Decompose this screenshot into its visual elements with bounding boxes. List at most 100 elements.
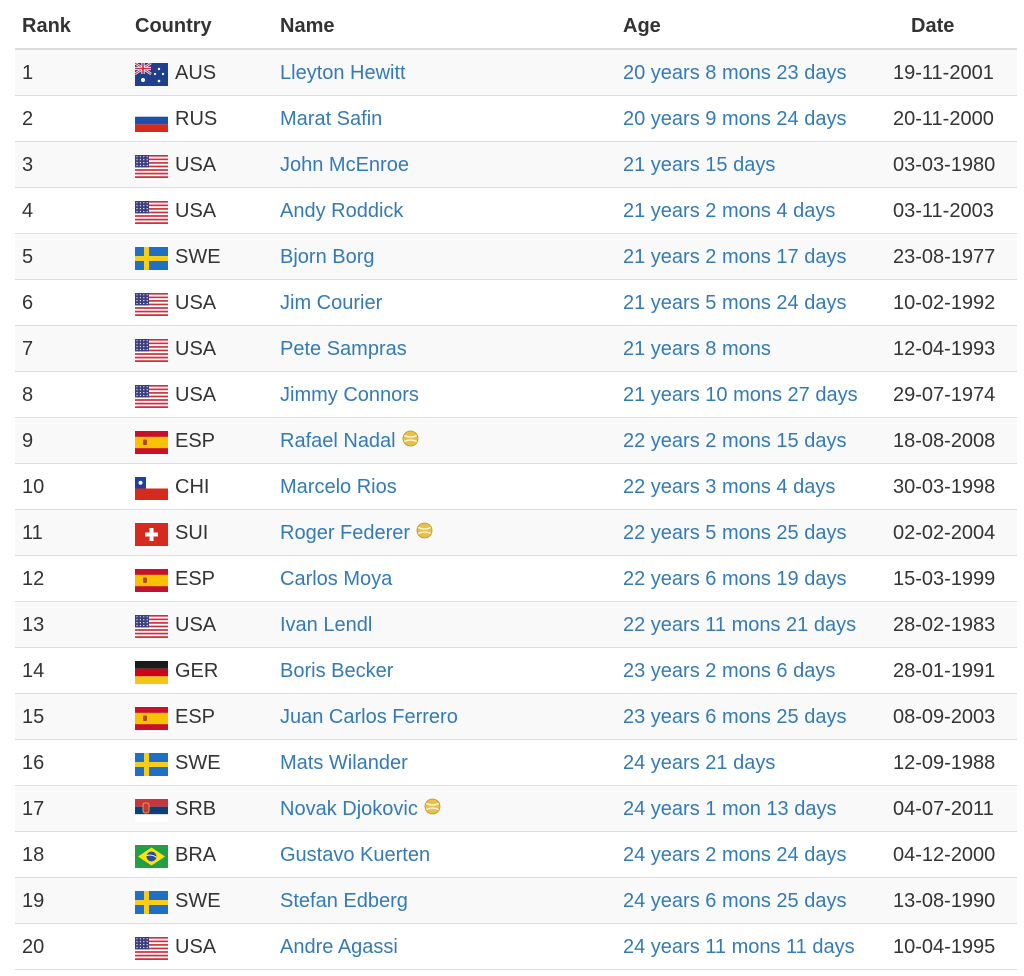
- age-link[interactable]: 22 years 3 mons 4 days: [623, 476, 835, 498]
- table-row: 20 USA Andre Agassi 24 years 11 mons 11 day…: [15, 924, 1017, 970]
- player-name: Pete Sampras: [280, 338, 407, 360]
- player-name: Andre Agassi: [280, 936, 398, 958]
- player-name-link[interactable]: Juan Carlos Ferrero: [280, 706, 458, 728]
- age-link[interactable]: 23 years 6 mons 25 days: [623, 706, 846, 728]
- age-link[interactable]: 22 years 2 mons 15 days: [623, 430, 846, 452]
- country-code: USA: [175, 200, 217, 222]
- player-name: Ivan Lendl: [280, 614, 373, 636]
- aus-flag-icon: [135, 63, 168, 86]
- player-name-link[interactable]: Marat Safin: [280, 108, 382, 130]
- player-name-link[interactable]: Marcelo Rios: [280, 476, 397, 498]
- age-link[interactable]: 21 years 15 days: [623, 154, 775, 176]
- header-date[interactable]: Date: [911, 15, 954, 38]
- table-row: 18 BRA Gustavo Kuerten 24 years 2 mons 24 d…: [15, 832, 1017, 878]
- ger-flag-icon: [135, 661, 168, 684]
- age-link[interactable]: 24 years 21 days: [623, 752, 775, 774]
- player-name: John McEnroe: [280, 154, 409, 176]
- player-name: Lleyton Hewitt: [280, 62, 406, 84]
- date-cell: 13-08-1990: [893, 890, 996, 912]
- age-link[interactable]: 23 years 2 mons 6 days: [623, 660, 835, 682]
- header-rank[interactable]: Rank: [22, 15, 71, 38]
- age-link[interactable]: 20 years 8 mons 23 days: [623, 62, 846, 84]
- table-row: 6 USA Jim Courier 21 years 5 mons 24 days 10…: [15, 280, 1017, 326]
- player-name: Andy Roddick: [280, 200, 404, 222]
- header-name[interactable]: Name: [280, 15, 334, 38]
- age-link[interactable]: 20 years 9 mons 24 days: [623, 108, 846, 130]
- rank-cell: 13: [22, 614, 45, 636]
- header-age[interactable]: Age: [623, 15, 661, 38]
- player-name: Stefan Edberg: [280, 890, 408, 912]
- age-link[interactable]: 21 years 8 mons: [623, 338, 771, 360]
- age-link[interactable]: 21 years 5 mons 24 days: [623, 292, 846, 314]
- player-name-link[interactable]: Carlos Moya: [280, 568, 392, 590]
- player-name: Juan Carlos Ferrero: [280, 706, 458, 728]
- country-code: ESP: [175, 568, 216, 590]
- age-link[interactable]: 24 years 2 mons 24 days: [623, 844, 846, 866]
- player-name: Mats Wilander: [280, 752, 408, 774]
- player-name-link[interactable]: Andre Agassi: [280, 936, 398, 958]
- country-code: SUI: [175, 522, 209, 544]
- country-code: USA: [175, 384, 217, 406]
- player-name: Gustavo Kuerten: [280, 844, 431, 866]
- player-name-link[interactable]: Mats Wilander: [280, 752, 408, 774]
- date-cell: 08-09-2003: [893, 706, 996, 728]
- esp-flag-icon: [135, 707, 168, 730]
- player-name: Carlos Moya: [280, 568, 393, 590]
- country-code: RUS: [175, 108, 218, 130]
- player-name: Rafael Nadal: [280, 430, 396, 452]
- player-name-link[interactable]: Boris Becker: [280, 660, 393, 682]
- table-row: 7 USA Pete Sampras 21 years 8 mons 12-04-199…: [15, 326, 1017, 372]
- tennis-ball-icon: [416, 522, 433, 539]
- age-link[interactable]: 21 years 2 mons 17 days: [623, 246, 846, 268]
- header-country[interactable]: Country: [135, 15, 212, 38]
- swe-flag-icon: [135, 753, 168, 776]
- usa-flag-icon: [135, 155, 168, 178]
- age-link[interactable]: 21 years 2 mons 4 days: [623, 200, 835, 222]
- player-name-link[interactable]: John McEnroe: [280, 154, 409, 176]
- rank-cell: 3: [22, 154, 34, 176]
- age-link[interactable]: 24 years 11 mons 11 days: [623, 936, 855, 958]
- usa-flag-icon: [135, 293, 168, 316]
- usa-flag-icon: [135, 615, 168, 638]
- player-name-link[interactable]: Gustavo Kuerten: [280, 844, 430, 866]
- table-row: 12 ESP Carlos Moya 22 years 6 mons 19 days 1…: [15, 556, 1017, 602]
- age-link[interactable]: 22 years 5 mons 25 days: [623, 522, 846, 544]
- player-name-link[interactable]: Andy Roddick: [280, 200, 403, 222]
- age-link[interactable]: 24 years 1 mon 13 days: [623, 798, 836, 820]
- date-cell: 28-01-1991: [893, 660, 996, 682]
- player-name-link[interactable]: Jimmy Connors: [280, 384, 419, 406]
- age-link[interactable]: 22 years 6 mons 19 days: [623, 568, 846, 590]
- player-name-link[interactable]: Ivan Lendl: [280, 614, 372, 636]
- sui-flag-icon: [135, 523, 168, 546]
- table-header: Rank Country Name Age Date: [15, 0, 1017, 50]
- player-name-link[interactable]: Stefan Edberg: [280, 890, 408, 912]
- player-name-link[interactable]: Novak Djokovic: [280, 798, 441, 820]
- player-name: Novak Djokovic: [280, 798, 418, 820]
- country-code: SWE: [175, 246, 221, 268]
- age-link[interactable]: 22 years 11 mons 21 days: [623, 614, 856, 636]
- country-code: USA: [175, 292, 217, 314]
- age-link[interactable]: 21 years 10 mons 27 days: [623, 384, 858, 406]
- country-code: USA: [175, 936, 217, 958]
- player-name: Marat Safin: [280, 108, 383, 130]
- player-name-link[interactable]: Jim Courier: [280, 292, 382, 314]
- player-name-link[interactable]: Lleyton Hewitt: [280, 62, 406, 84]
- rank-cell: 17: [22, 798, 45, 820]
- date-cell: 12-09-1988: [893, 752, 996, 774]
- player-name-link[interactable]: Rafael Nadal: [280, 430, 419, 452]
- date-cell: 23-08-1977: [893, 246, 996, 268]
- date-cell: 15-03-1999: [893, 568, 996, 590]
- age-link[interactable]: 24 years 6 mons 25 days: [623, 890, 846, 912]
- usa-flag-icon: [135, 937, 168, 960]
- rank-cell: 19: [22, 890, 45, 912]
- player-name: Roger Federer: [280, 522, 411, 544]
- player-name: Boris Becker: [280, 660, 394, 682]
- player-name-link[interactable]: Pete Sampras: [280, 338, 407, 360]
- player-name: Bjorn Borg: [280, 246, 375, 268]
- rank-cell: 16: [22, 752, 45, 774]
- country-code: AUS: [175, 62, 217, 84]
- bra-flag-icon: [135, 845, 168, 868]
- player-name-link[interactable]: Bjorn Borg: [280, 246, 375, 268]
- esp-flag-icon: [135, 431, 168, 454]
- player-name-link[interactable]: Roger Federer: [280, 522, 433, 544]
